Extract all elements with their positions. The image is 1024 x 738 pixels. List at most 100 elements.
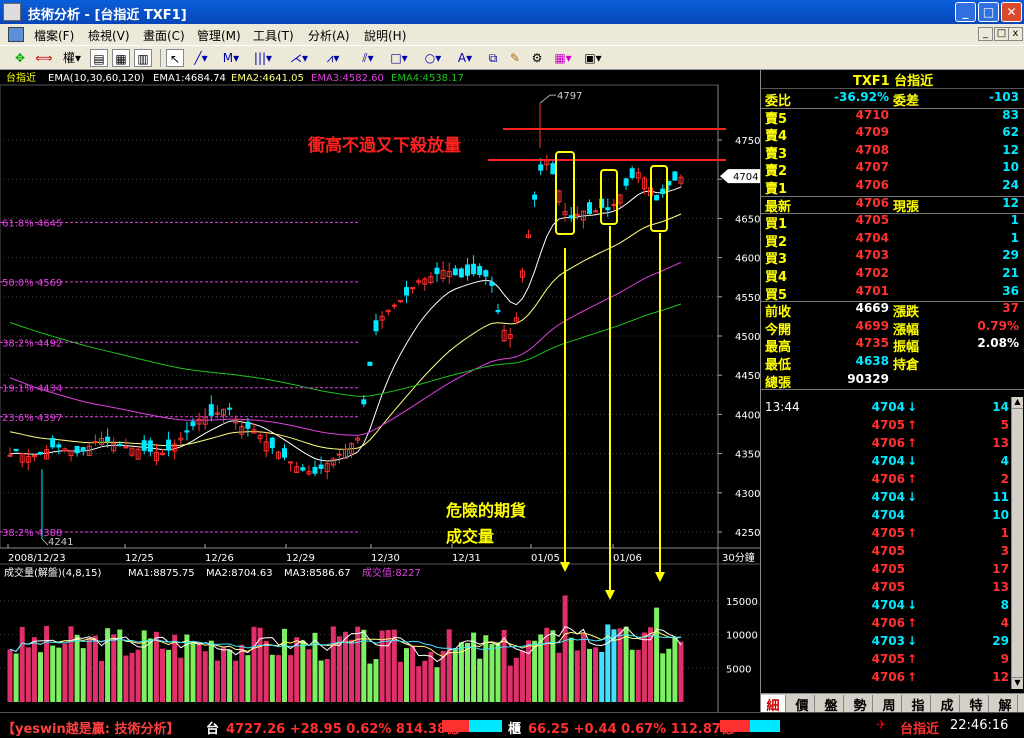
quote-value: 4709 — [855, 125, 889, 140]
menu-screen[interactable]: 畫面(C) — [143, 27, 185, 44]
quote-label: 總張 — [765, 375, 792, 391]
copy-icon[interactable]: ⧉ — [484, 49, 502, 67]
tick-price: 4705 — [871, 544, 905, 558]
volume-info-text: 成交量(解盤)(4,8,15) — [4, 566, 102, 579]
tick-arrow-icon: ↑ — [907, 472, 918, 486]
volume-bar — [202, 651, 208, 702]
quote-panel: TXF1 台指近 委比 -36.92% 委差 -103 賣5 4710 83 賣4 4709 62… — [760, 70, 1024, 714]
quote-label: 今開 — [765, 322, 792, 338]
mdi-close-button[interactable]: x — [1008, 27, 1023, 41]
menu-analysis[interactable]: 分析(A) — [308, 27, 350, 44]
text-tool-icon[interactable]: A▾ — [452, 49, 478, 67]
date-label: 12/26 — [205, 553, 234, 564]
tick-row: 13:44 4704 ↓ 14 — [761, 400, 1024, 418]
quote-tab[interactable]: 勢 — [848, 695, 873, 714]
layout-icon[interactable]: ▦ — [112, 49, 130, 67]
vertical-lines-icon[interactable]: |||▾ — [250, 49, 276, 67]
candle-body — [538, 164, 544, 171]
quote-tab[interactable]: 特 — [964, 695, 989, 714]
volume-bar — [416, 666, 422, 702]
quote-row: 前收 4669 漲跌 37 — [761, 301, 1024, 321]
rectangle-tool-icon[interactable]: □▾ — [386, 49, 412, 67]
menu-view[interactable]: 檢視(V) — [88, 27, 130, 44]
quote-tab[interactable]: 解 — [993, 695, 1018, 714]
chart-type-icon[interactable]: ▤ — [90, 49, 108, 67]
quote-label: 賣4 — [765, 129, 788, 145]
table-icon[interactable]: ▥ — [134, 49, 152, 67]
tick-volume: 8 — [1000, 598, 1009, 612]
price-chart[interactable]: 衝高不過又下殺放量危險的期貨成交量 4750470046504600455045… — [0, 70, 760, 712]
line-tool-icon[interactable]: ╱▾ — [188, 49, 214, 67]
arrows-icon[interactable]: ⟺ — [34, 49, 54, 67]
price-tick-label: 4300 — [735, 489, 760, 500]
tick-price: 4705 — [871, 580, 905, 594]
fib-label: 23.6% 4397 — [2, 413, 62, 424]
quote-label: 賣5 — [765, 111, 788, 127]
pointer-icon[interactable]: ↖ — [166, 49, 184, 67]
fib-label: 61.8% 4645 — [2, 218, 62, 229]
tick-row: 4704 ↓ 11 — [761, 490, 1024, 508]
menu-file[interactable]: 檔案(F) — [34, 27, 74, 44]
volume-bar — [495, 642, 501, 702]
taiex-bar — [442, 720, 502, 732]
wheel-icon[interactable]: ⚙ — [528, 49, 546, 67]
quote-label-2: 持倉 — [893, 358, 920, 373]
fib-tool-icon[interactable]: ⩘▾ — [320, 49, 346, 67]
volume-bar — [160, 648, 165, 702]
parallel-tool-icon[interactable]: ⫽▾ — [354, 49, 382, 67]
tick-row: 4706 ↑ 12 — [761, 670, 1024, 688]
maximize-button[interactable]: □ — [978, 2, 999, 22]
candle-body — [13, 448, 19, 452]
move-icon[interactable]: ✥ — [10, 49, 30, 67]
save-icon[interactable]: ▣▾ — [580, 49, 606, 67]
fan-tool-icon[interactable]: ⋌▾ — [286, 49, 312, 67]
quote-label-2: 漲跌 — [893, 305, 920, 321]
candle-body — [300, 467, 306, 471]
quote-tab[interactable]: 指 — [906, 695, 931, 714]
ellipse-tool-icon[interactable]: ○▾ — [420, 49, 446, 67]
quote-tab[interactable]: 成 — [935, 695, 960, 714]
mdi-minimize-button[interactable]: _ — [978, 27, 993, 41]
volume-bar — [422, 660, 428, 702]
quote-tab[interactable]: 細 — [761, 695, 786, 714]
quote-value-2: 83 — [1002, 107, 1019, 122]
document-icon[interactable] — [8, 27, 24, 42]
channel-tool-icon[interactable]: M▾ — [218, 49, 244, 67]
candle-body — [7, 454, 13, 457]
minimize-button[interactable]: _ — [955, 2, 976, 22]
otc-bar — [720, 720, 780, 732]
volume-bar — [56, 647, 62, 702]
volume-bar — [544, 627, 550, 702]
volume-bar — [239, 644, 245, 702]
color-icon[interactable]: ▦▾ — [550, 49, 576, 67]
quote-label: 賣3 — [765, 146, 788, 162]
volume-bar — [50, 645, 56, 702]
tick-arrow-icon: ↓ — [907, 454, 918, 468]
eraser-icon[interactable]: ✎ — [506, 49, 524, 67]
tick-volume: 4 — [1000, 454, 1009, 468]
quote-value-2: 24 — [1002, 178, 1019, 192]
volume-bar — [397, 661, 403, 702]
candle-body — [367, 361, 373, 366]
volume-tick-label: 10000 — [726, 631, 758, 642]
alert-icon[interactable]: ✈ — [876, 718, 887, 733]
quote-tab[interactable]: 價 — [790, 695, 815, 714]
volume-bar — [580, 633, 586, 702]
volume-bar — [641, 632, 647, 702]
menu-manage[interactable]: 管理(M) — [197, 27, 241, 44]
rights-dropdown[interactable]: 權▾ — [58, 49, 86, 67]
quote-value: 4710 — [855, 107, 889, 122]
quote-row: 總張 90329 — [761, 372, 1024, 391]
quote-label: 前收 — [765, 305, 792, 321]
menu-help[interactable]: 說明(H) — [364, 27, 406, 44]
quote-tab[interactable]: 周 — [877, 695, 902, 714]
menu-tools[interactable]: 工具(T) — [253, 27, 294, 44]
mdi-restore-button[interactable]: □ — [994, 27, 1009, 41]
quote-tab[interactable]: 盤 — [819, 695, 844, 714]
candle-body — [269, 437, 275, 449]
quote-label: 最新 — [765, 199, 792, 215]
candle-body — [593, 210, 599, 213]
tick-scrollbar[interactable]: ▲ ▼ — [1011, 397, 1023, 689]
candle-body — [373, 320, 379, 332]
close-button[interactable]: ✕ — [1001, 2, 1022, 22]
